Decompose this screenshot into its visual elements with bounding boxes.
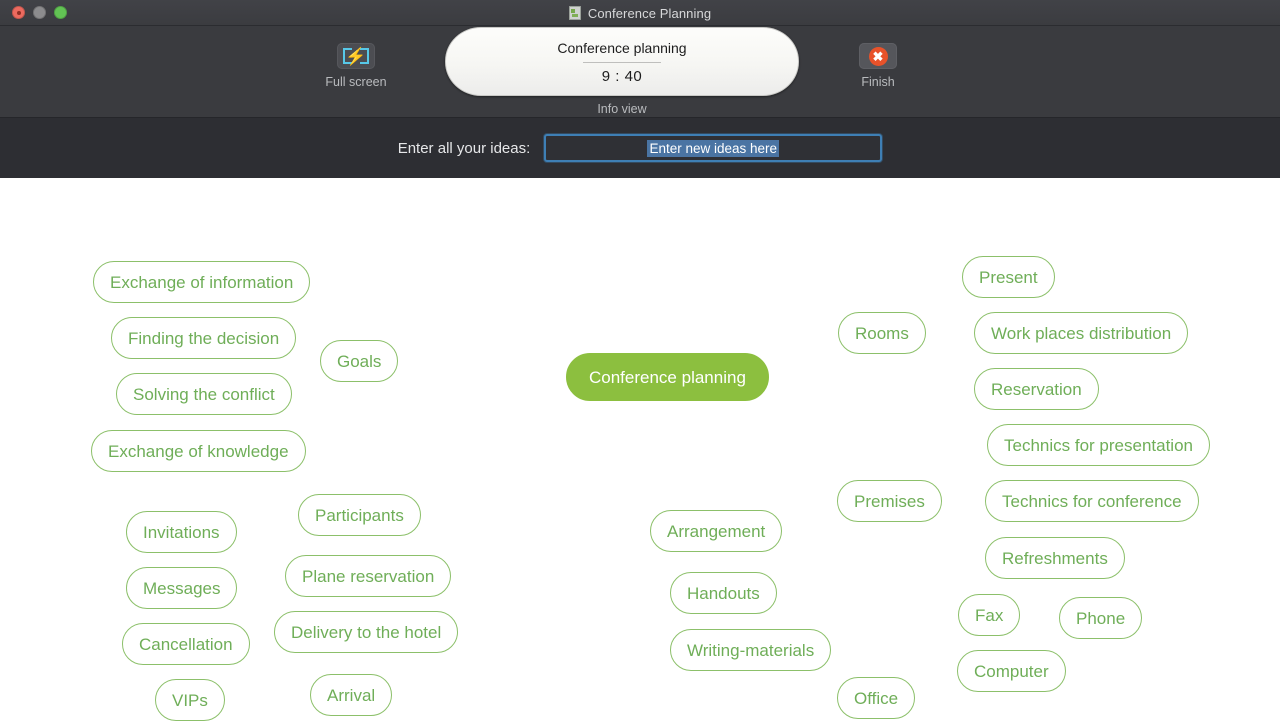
mindmap-node[interactable]: Work places distribution <box>974 312 1189 354</box>
info-view-label: Info view <box>597 102 647 116</box>
mindmap-node[interactable]: Office <box>837 677 916 719</box>
ideas-input[interactable]: Enter new ideas here <box>544 134 883 162</box>
finish-label: Finish <box>861 75 895 89</box>
minimize-button[interactable] <box>33 6 46 19</box>
mindmap-canvas[interactable]: Conference planning Exchange of informat… <box>0 179 1280 727</box>
finish-tool[interactable]: ✖ Finish <box>834 43 922 89</box>
ideas-input-value[interactable]: Enter new ideas here <box>647 139 780 157</box>
fullscreen-label: Full screen <box>325 75 387 89</box>
ideas-label: Enter all your ideas: <box>397 139 531 157</box>
mindmap-node[interactable]: Technics for presentation <box>987 424 1210 466</box>
mindmap-node[interactable]: Premises <box>837 480 942 522</box>
document-icon <box>568 6 581 20</box>
mindmap-node[interactable]: VIPs <box>155 679 225 721</box>
mindmap-node[interactable]: Arrival <box>310 674 393 716</box>
mindmap-node[interactable]: Invitations <box>126 511 237 553</box>
mindmap-node[interactable]: Exchange of knowledge <box>91 430 306 472</box>
zoom-button[interactable] <box>54 6 67 19</box>
toolbar: ⚡ Full screen Conference planning 9 : 40… <box>0 26 1280 118</box>
mindmap-node[interactable]: Present <box>962 256 1055 298</box>
mindmap-node[interactable]: Delivery to the hotel <box>274 611 459 653</box>
mindmap-node[interactable]: Finding the decision <box>111 317 297 359</box>
ideas-bar: Enter all your ideas: Enter new ideas he… <box>0 118 1280 178</box>
mindmap-node[interactable]: Arrangement <box>650 510 783 552</box>
finish-button[interactable]: ✖ <box>859 43 897 69</box>
window-title: Conference Planning <box>587 5 712 21</box>
window-titlebar: Conference Planning <box>0 0 1280 26</box>
mindmap-node[interactable]: Writing-materials <box>670 629 832 671</box>
mindmap-node[interactable]: Refreshments <box>985 537 1125 579</box>
mindmap-node[interactable]: Technics for conference <box>985 480 1199 522</box>
info-view-divider <box>583 61 661 63</box>
fullscreen-tool[interactable]: ⚡ Full screen <box>312 43 400 89</box>
mindmap-node[interactable]: Exchange of information <box>93 261 311 303</box>
mindmap-node[interactable]: Handouts <box>670 572 777 614</box>
info-view-time: 9 : 40 <box>601 67 643 85</box>
close-button[interactable] <box>12 6 25 19</box>
info-view-panel[interactable]: Conference planning 9 : 40 <box>445 27 799 96</box>
mindmap-node[interactable]: Phone <box>1059 597 1143 639</box>
mindmap-node[interactable]: Cancellation <box>122 623 250 665</box>
mindmap-node[interactable]: Solving the conflict <box>116 373 292 415</box>
mindmap-node[interactable]: Participants <box>298 494 421 536</box>
fullscreen-button[interactable]: ⚡ <box>337 43 375 69</box>
window-controls <box>12 6 67 19</box>
mindmap-node[interactable]: Reservation <box>974 368 1099 410</box>
mindmap-node[interactable]: Messages <box>126 567 238 609</box>
mindmap-node[interactable]: Plane reservation <box>285 555 452 597</box>
info-view-title: Conference planning <box>557 39 687 56</box>
mindmap-node[interactable]: Fax <box>958 594 1021 636</box>
window-title-group: Conference Planning <box>0 0 1280 26</box>
mindmap-node[interactable]: Rooms <box>838 312 926 354</box>
mindmap-central-node[interactable]: Conference planning <box>566 353 769 401</box>
lightning-bolt-icon: ⚡ <box>345 46 367 66</box>
close-x-icon: ✖ <box>868 46 888 66</box>
mindmap-node[interactable]: Goals <box>320 340 399 382</box>
mindmap-node[interactable]: Computer <box>957 650 1066 692</box>
info-view-tool[interactable]: Conference planning 9 : 40 Info view <box>444 27 800 116</box>
